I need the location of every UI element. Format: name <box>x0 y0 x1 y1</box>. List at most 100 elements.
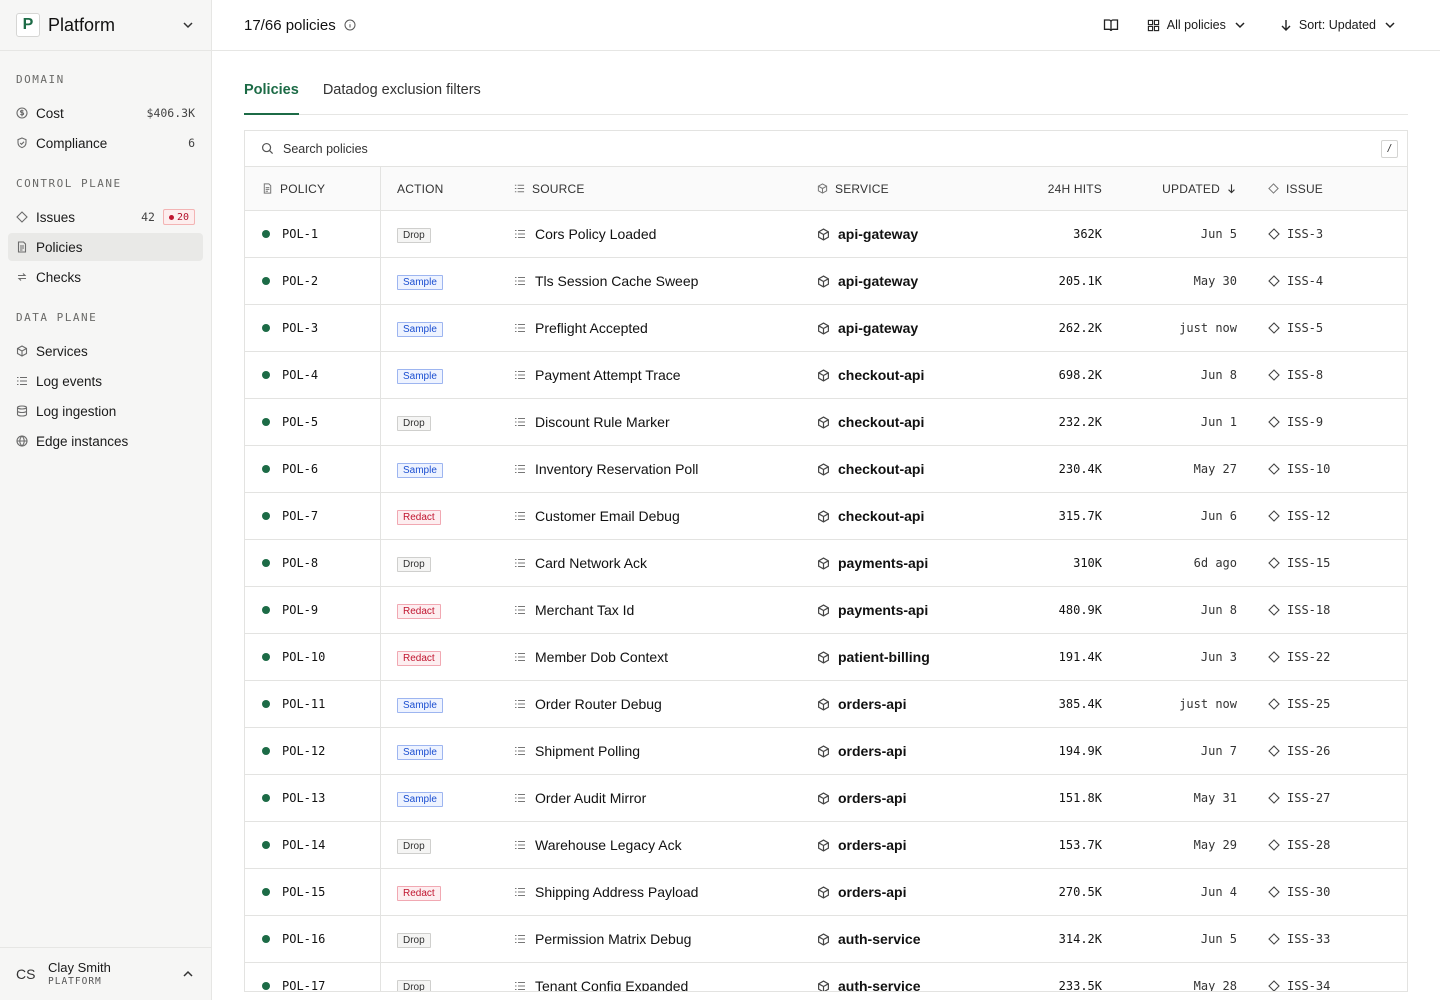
source-name[interactable]: Card Network Ack <box>535 555 647 571</box>
source-name[interactable]: Order Audit Mirror <box>535 790 646 806</box>
user-menu[interactable]: CS Clay Smith PLATFORM <box>0 947 211 1000</box>
policy-id[interactable]: POL-9 <box>282 603 318 617</box>
table-row[interactable]: POL-10 Redact Member Dob Context patient-bi… <box>245 634 1407 681</box>
sidebar-item-cost[interactable]: Cost $406.3K <box>8 99 203 127</box>
source-name[interactable]: Payment Attempt Trace <box>535 367 681 383</box>
service-name[interactable]: orders-api <box>838 837 906 853</box>
issue-link[interactable]: ISS-12 <box>1287 509 1330 523</box>
column-header-updated[interactable]: UPDATED <box>1102 167 1237 210</box>
service-name[interactable]: auth-service <box>838 931 920 947</box>
sidebar-item-log-ingestion[interactable]: Log ingestion <box>8 397 203 425</box>
issue-link[interactable]: ISS-28 <box>1287 838 1330 852</box>
service-name[interactable]: api-gateway <box>838 273 918 289</box>
source-name[interactable]: Cors Policy Loaded <box>535 226 656 242</box>
workspace-switcher[interactable]: P Platform <box>0 0 211 51</box>
policy-id[interactable]: POL-4 <box>282 368 318 382</box>
tab-datadog-exclusion-filters[interactable]: Datadog exclusion filters <box>323 78 481 115</box>
policy-id[interactable]: POL-12 <box>282 744 325 758</box>
source-name[interactable]: Order Router Debug <box>535 696 662 712</box>
service-name[interactable]: patient-billing <box>838 649 930 665</box>
table-row[interactable]: POL-15 Redact Shipping Address Payload orde… <box>245 869 1407 916</box>
table-row[interactable]: POL-9 Redact Merchant Tax Id payments-api 48… <box>245 587 1407 634</box>
table-row[interactable]: POL-2 Sample Tls Session Cache Sweep api-ga… <box>245 258 1407 305</box>
table-row[interactable]: POL-17 Drop Tenant Config Expanded auth-ser… <box>245 963 1407 991</box>
table-row[interactable]: POL-6 Sample Inventory Reservation Poll che… <box>245 446 1407 493</box>
source-name[interactable]: Member Dob Context <box>535 649 668 665</box>
issue-link[interactable]: ISS-4 <box>1287 274 1323 288</box>
source-name[interactable]: Merchant Tax Id <box>535 602 634 618</box>
sidebar-item-services[interactable]: Services <box>8 337 203 365</box>
policy-id[interactable]: POL-1 <box>282 227 318 241</box>
sidebar-item-compliance[interactable]: Compliance 6 <box>8 129 203 157</box>
table-row[interactable]: POL-13 Sample Order Audit Mirror orders-api… <box>245 775 1407 822</box>
sidebar-item-checks[interactable]: Checks <box>8 263 203 291</box>
policy-id[interactable]: POL-5 <box>282 415 318 429</box>
source-name[interactable]: Tenant Config Expanded <box>535 978 688 991</box>
view-filter-dropdown[interactable]: All policies <box>1147 18 1247 32</box>
source-name[interactable]: Shipment Polling <box>535 743 640 759</box>
issue-link[interactable]: ISS-10 <box>1287 462 1330 476</box>
service-name[interactable]: payments-api <box>838 555 928 571</box>
source-name[interactable]: Warehouse Legacy Ack <box>535 837 682 853</box>
source-name[interactable]: Customer Email Debug <box>535 508 680 524</box>
table-row[interactable]: POL-11 Sample Order Router Debug orders-api… <box>245 681 1407 728</box>
issue-link[interactable]: ISS-5 <box>1287 321 1323 335</box>
sort-dropdown[interactable]: Sort: Updated <box>1279 18 1397 32</box>
issue-link[interactable]: ISS-9 <box>1287 415 1323 429</box>
docs-button[interactable] <box>1103 17 1119 33</box>
issue-link[interactable]: ISS-34 <box>1287 979 1330 991</box>
policy-id[interactable]: POL-14 <box>282 838 325 852</box>
service-name[interactable]: checkout-api <box>838 508 924 524</box>
table-row[interactable]: POL-1 Drop Cors Policy Loaded api-gateway 36… <box>245 211 1407 258</box>
service-name[interactable]: payments-api <box>838 602 928 618</box>
column-header-policy[interactable]: POLICY <box>245 167 381 210</box>
source-name[interactable]: Shipping Address Payload <box>535 884 698 900</box>
policy-id[interactable]: POL-15 <box>282 885 325 899</box>
service-name[interactable]: auth-service <box>838 978 920 991</box>
column-header-service[interactable]: SERVICE <box>802 167 992 210</box>
issue-link[interactable]: ISS-27 <box>1287 791 1330 805</box>
issue-link[interactable]: ISS-30 <box>1287 885 1330 899</box>
column-header-source[interactable]: SOURCE <box>498 167 802 210</box>
policy-id[interactable]: POL-16 <box>282 932 325 946</box>
service-name[interactable]: checkout-api <box>838 461 924 477</box>
issue-link[interactable]: ISS-3 <box>1287 227 1323 241</box>
policy-id[interactable]: POL-13 <box>282 791 325 805</box>
policy-id[interactable]: POL-17 <box>282 979 325 991</box>
info-icon[interactable] <box>344 19 356 31</box>
policy-id[interactable]: POL-8 <box>282 556 318 570</box>
source-name[interactable]: Inventory Reservation Poll <box>535 461 698 477</box>
sidebar-item-log-events[interactable]: Log events <box>8 367 203 395</box>
policy-id[interactable]: POL-11 <box>282 697 325 711</box>
column-header-24h-hits[interactable]: 24H HITS <box>992 167 1102 210</box>
table-row[interactable]: POL-3 Sample Preflight Accepted api-gateway… <box>245 305 1407 352</box>
table-row[interactable]: POL-7 Redact Customer Email Debug checkout-… <box>245 493 1407 540</box>
column-header-issue[interactable]: ISSUE <box>1237 167 1377 210</box>
sidebar-item-edge-instances[interactable]: Edge instances <box>8 427 203 455</box>
tab-policies[interactable]: Policies <box>244 78 299 115</box>
issue-link[interactable]: ISS-26 <box>1287 744 1330 758</box>
service-name[interactable]: orders-api <box>838 696 906 712</box>
source-name[interactable]: Discount Rule Marker <box>535 414 670 430</box>
service-name[interactable]: api-gateway <box>838 320 918 336</box>
sidebar-item-policies[interactable]: Policies <box>8 233 203 261</box>
issue-link[interactable]: ISS-25 <box>1287 697 1330 711</box>
table-row[interactable]: POL-12 Sample Shipment Polling orders-api 19… <box>245 728 1407 775</box>
policy-id[interactable]: POL-10 <box>282 650 325 664</box>
table-row[interactable]: POL-16 Drop Permission Matrix Debug auth-se… <box>245 916 1407 963</box>
search-input[interactable] <box>283 141 1381 156</box>
service-name[interactable]: api-gateway <box>838 226 918 242</box>
issue-link[interactable]: ISS-22 <box>1287 650 1330 664</box>
service-name[interactable]: orders-api <box>838 884 906 900</box>
table-row[interactable]: POL-4 Sample Payment Attempt Trace checkout… <box>245 352 1407 399</box>
service-name[interactable]: orders-api <box>838 790 906 806</box>
policy-id[interactable]: POL-2 <box>282 274 318 288</box>
sidebar-item-issues[interactable]: Issues 42 20 <box>8 203 203 231</box>
source-name[interactable]: Permission Matrix Debug <box>535 931 691 947</box>
table-row[interactable]: POL-5 Drop Discount Rule Marker checkout-ap… <box>245 399 1407 446</box>
policy-id[interactable]: POL-6 <box>282 462 318 476</box>
issue-link[interactable]: ISS-15 <box>1287 556 1330 570</box>
service-name[interactable]: checkout-api <box>838 367 924 383</box>
issue-link[interactable]: ISS-18 <box>1287 603 1330 617</box>
policy-id[interactable]: POL-3 <box>282 321 318 335</box>
